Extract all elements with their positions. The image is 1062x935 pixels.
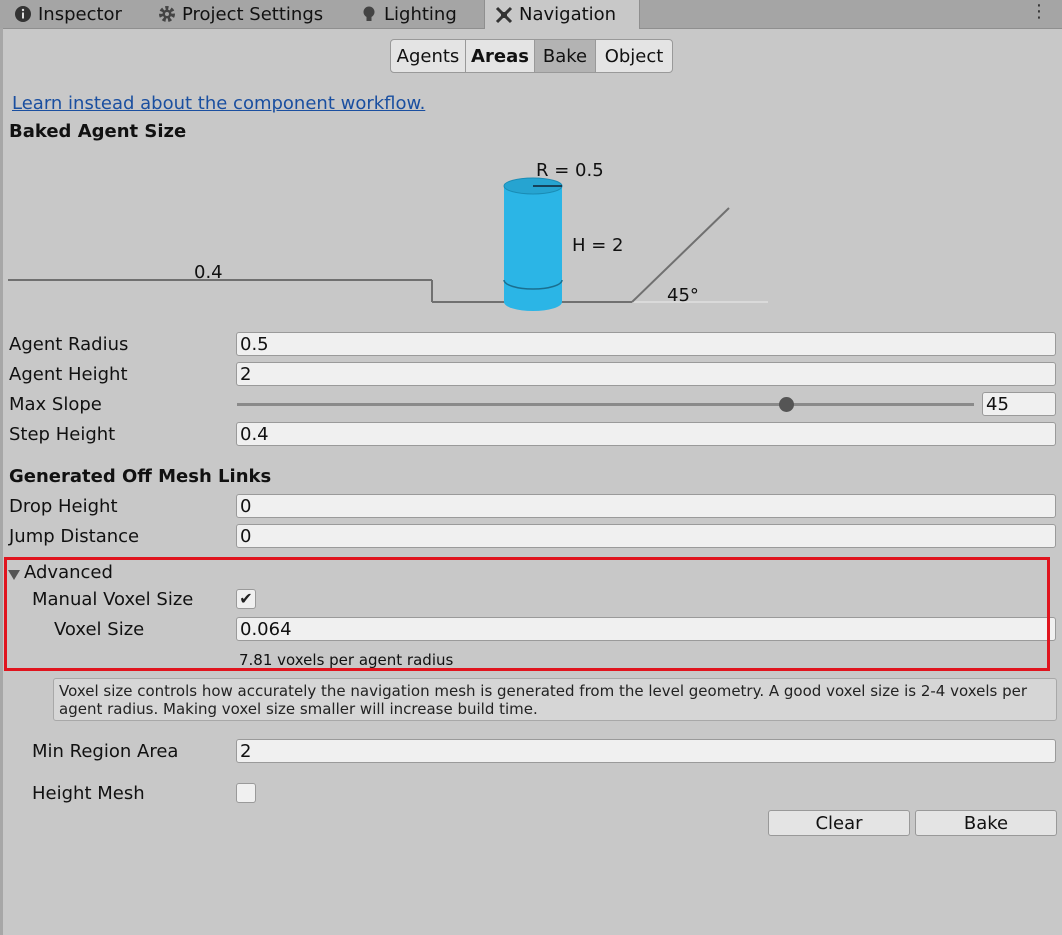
max-slope-slider-track[interactable] (237, 403, 974, 406)
radius-label: R = 0.5 (536, 160, 604, 181)
tab-areas[interactable]: Areas (465, 39, 535, 73)
slope-label: 45° (667, 285, 699, 306)
height-label: H = 2 (572, 235, 624, 256)
tab-label: Inspector (38, 3, 122, 25)
tab-navigation[interactable]: Navigation (484, 0, 640, 29)
offmesh-links-heading: Generated Off Mesh Links (9, 466, 272, 487)
tab-agents[interactable]: Agents (390, 39, 466, 73)
component-workflow-link[interactable]: Learn instead about the component workfl… (12, 93, 425, 114)
window-tab-bar: Inspector Project Settings Lighting Navi… (0, 0, 1062, 29)
baked-agent-size-heading: Baked Agent Size (9, 121, 187, 142)
step-height-label: Step Height (9, 424, 116, 445)
agent-cylinder (503, 177, 563, 311)
navigation-icon (495, 6, 513, 24)
min-region-area-label: Min Region Area (32, 741, 179, 762)
advanced-highlight-box (4, 557, 1050, 671)
min-region-area-field[interactable]: 2 (236, 739, 1056, 763)
drop-height-label: Drop Height (9, 496, 118, 517)
max-slope-label: Max Slope (9, 394, 102, 415)
height-mesh-label: Height Mesh (32, 783, 145, 804)
tab-label: Navigation (519, 4, 617, 25)
bake-button[interactable]: Bake (915, 810, 1057, 836)
navigation-mode-tabs: Agents Areas Bake Object (390, 39, 673, 73)
agent-height-label: Agent Height (9, 364, 128, 385)
tab-label: Project Settings (182, 3, 324, 25)
jump-distance-field[interactable]: 0 (236, 524, 1056, 548)
more-options-icon[interactable]: ⋮ (1030, 3, 1048, 21)
tab-lighting[interactable]: Lighting (360, 0, 457, 28)
step-label: 0.4 (194, 262, 223, 283)
tab-label: Lighting (384, 3, 457, 25)
max-slope-field[interactable]: 45 (982, 392, 1056, 416)
tab-object[interactable]: Object (595, 39, 673, 73)
agent-height-field[interactable]: 2 (236, 362, 1056, 386)
jump-distance-label: Jump Distance (9, 526, 140, 547)
info-icon (14, 5, 32, 23)
agent-radius-label: Agent Radius (9, 334, 129, 355)
tab-inspector[interactable]: Inspector (14, 0, 122, 28)
drop-height-field[interactable]: 0 (236, 494, 1056, 518)
height-mesh-checkbox[interactable] (236, 783, 256, 803)
tab-project-settings[interactable]: Project Settings (158, 0, 323, 28)
clear-button[interactable]: Clear (768, 810, 910, 836)
voxel-size-help-box: Voxel size controls how accurately the n… (53, 678, 1057, 721)
max-slope-slider-thumb[interactable] (779, 397, 794, 412)
gear-icon (158, 5, 176, 23)
tab-bake[interactable]: Bake (534, 39, 596, 73)
bulb-icon (360, 5, 378, 23)
agent-radius-field[interactable]: 0.5 (236, 332, 1056, 356)
step-height-field[interactable]: 0.4 (236, 422, 1056, 446)
